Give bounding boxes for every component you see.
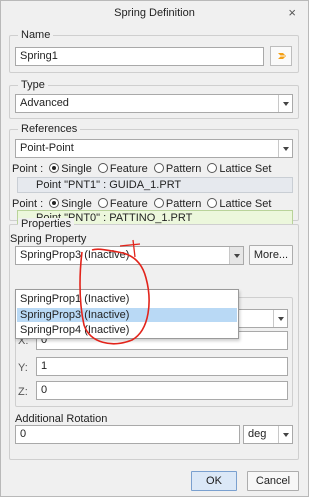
references-group: References Point-Point Point : Single Fe… xyxy=(9,123,299,226)
orientation-combo[interactable] xyxy=(236,309,288,328)
spring-definition-dialog: Spring Definition × Name Spring1 Type Ad… xyxy=(0,0,309,497)
radio-pattern-label: Pattern xyxy=(165,198,202,210)
type-legend: Type xyxy=(18,79,48,91)
z-label: Z: xyxy=(18,386,28,398)
point-label: Point : xyxy=(12,163,44,175)
y-field[interactable]: 1 xyxy=(36,357,288,376)
radio-pattern[interactable] xyxy=(153,163,164,173)
orange-arrows-icon[interactable] xyxy=(270,46,292,66)
rotation-unit-combo[interactable]: deg xyxy=(243,425,293,444)
type-combo-value: Advanced xyxy=(20,97,69,109)
radio-feature[interactable] xyxy=(97,198,108,208)
chevron-down-icon[interactable] xyxy=(278,140,292,157)
references-legend: References xyxy=(18,123,81,135)
radio-single-label: Single xyxy=(61,198,92,210)
spring-property-label: Spring Property xyxy=(10,233,87,245)
name-group: Name Spring1 xyxy=(9,29,299,73)
name-field[interactable]: Spring1 xyxy=(15,47,264,66)
reference-type-combo[interactable]: Point-Point xyxy=(15,139,293,158)
z-field[interactable]: 0 xyxy=(36,381,288,400)
properties-group: Properties Spring Property SpringProp3 (… xyxy=(9,218,299,460)
spring-property-combo[interactable]: SpringProp3 (Inactive) xyxy=(15,246,244,265)
dropdown-option[interactable]: SpringProp4 (Inactive) xyxy=(17,323,237,337)
rotation-unit-value: deg xyxy=(248,428,267,440)
title-bar: Spring Definition × xyxy=(1,1,308,25)
radio-pattern-label: Pattern xyxy=(165,163,202,175)
ok-button[interactable]: OK xyxy=(191,471,237,491)
radio-single-label: Single xyxy=(61,163,92,175)
type-group: Type Advanced xyxy=(9,79,299,119)
dropdown-option-highlighted[interactable]: SpringProp3 (Inactive) xyxy=(17,308,237,322)
additional-rotation-label: Additional Rotation xyxy=(15,413,108,425)
radio-lattice[interactable] xyxy=(207,198,218,208)
point-label: Point : xyxy=(12,198,44,210)
properties-legend: Properties xyxy=(18,218,75,230)
radio-single[interactable] xyxy=(49,198,60,208)
dropdown-option[interactable]: SpringProp1 (Inactive) xyxy=(17,292,237,306)
chevron-down-icon[interactable] xyxy=(278,426,292,443)
point2-option-row: Point : Single Feature Pattern Lattice S… xyxy=(12,198,271,210)
rotation-field[interactable]: 0 xyxy=(15,425,240,444)
radio-single[interactable] xyxy=(49,163,60,173)
radio-lattice[interactable] xyxy=(207,163,218,173)
radio-pattern[interactable] xyxy=(153,198,164,208)
radio-lattice-label: Lattice Set xyxy=(219,163,272,175)
chevron-down-icon[interactable] xyxy=(229,247,243,264)
spring-property-value: SpringProp3 (Inactive) xyxy=(20,249,130,261)
point1-option-row: Point : Single Feature Pattern Lattice S… xyxy=(12,163,271,175)
close-icon[interactable]: × xyxy=(288,5,296,20)
type-combo[interactable]: Advanced xyxy=(15,94,293,113)
radio-feature-label: Feature xyxy=(109,198,148,210)
cancel-button[interactable]: Cancel xyxy=(247,471,299,491)
spring-property-dropdown: SpringProp1 (Inactive) SpringProp3 (Inac… xyxy=(15,289,239,339)
radio-feature[interactable] xyxy=(97,163,108,173)
more-button[interactable]: More... xyxy=(249,245,293,265)
y-label: Y: xyxy=(18,362,28,374)
name-legend: Name xyxy=(18,29,54,41)
dialog-title: Spring Definition xyxy=(114,7,195,19)
radio-feature-label: Feature xyxy=(109,163,148,175)
chevron-down-icon[interactable] xyxy=(278,95,292,112)
radio-lattice-label: Lattice Set xyxy=(219,198,272,210)
reference-type-value: Point-Point xyxy=(20,142,74,154)
chevron-down-icon[interactable] xyxy=(273,310,287,327)
point1-collector[interactable]: Point "PNT1" : GUIDA_1.PRT xyxy=(17,177,293,193)
